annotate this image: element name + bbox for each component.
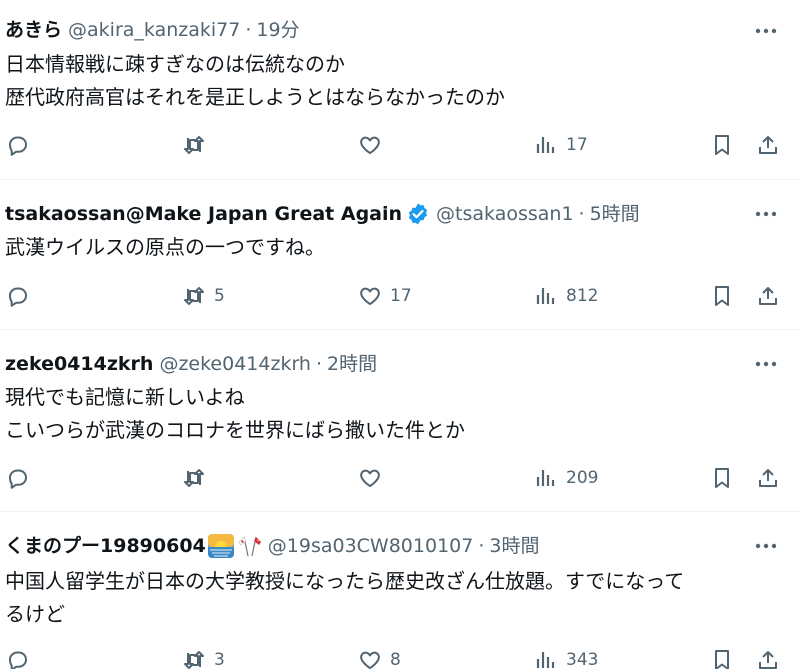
views-button[interactable]: 17 xyxy=(534,130,588,160)
views-button[interactable]: 812 xyxy=(534,281,598,311)
like-count: 17 xyxy=(390,286,412,306)
views-button[interactable]: 209 xyxy=(534,463,598,493)
heart-icon xyxy=(360,469,380,487)
display-name[interactable]: あきら xyxy=(5,18,62,42)
retweet-button[interactable] xyxy=(182,130,214,160)
separator-dot: · xyxy=(478,535,485,557)
bookmark-button[interactable] xyxy=(710,463,734,493)
reply-icon xyxy=(9,136,27,156)
share-icon xyxy=(759,651,777,669)
user-handle[interactable]: @19sa03CW8010107 xyxy=(268,534,474,558)
more-button[interactable] xyxy=(752,534,780,558)
views-icon xyxy=(536,288,555,304)
tweet[interactable]: zeke0414zkrh @zeke0414zkrh · 2時間 現代でも記憶に… xyxy=(0,330,800,512)
action-bar: 17 xyxy=(0,130,800,160)
share-button[interactable] xyxy=(756,645,780,669)
views-button[interactable]: 343 xyxy=(534,645,598,669)
timestamp[interactable]: 19分 xyxy=(256,18,299,42)
share-icon xyxy=(759,469,777,487)
display-name[interactable]: くまのプー19890604 xyxy=(5,534,206,558)
views-count: 343 xyxy=(566,650,599,669)
action-bar: 5 17 812 xyxy=(0,281,800,311)
action-bar: 3 8 343 xyxy=(0,645,800,669)
user-handle[interactable]: @zeke0414zkrh xyxy=(159,352,311,376)
like-button[interactable]: 17 xyxy=(358,281,412,311)
views-icon xyxy=(536,470,555,486)
action-bar: 209 xyxy=(0,463,800,493)
heart-icon xyxy=(360,287,380,305)
more-button[interactable] xyxy=(752,352,780,376)
tweet-text: 武漢ウイルスの原点の一つですね。 xyxy=(5,235,325,259)
tweet-header: tsakaossan@Make Japan Great Again @tsaka… xyxy=(5,202,640,226)
user-handle[interactable]: @akira_kanzaki77 xyxy=(68,18,240,42)
more-button[interactable] xyxy=(752,202,780,226)
share-icon xyxy=(759,287,777,305)
bookmark-button[interactable] xyxy=(710,645,734,669)
separator-dot: · xyxy=(245,19,252,41)
bookmark-icon xyxy=(715,650,729,669)
like-button[interactable] xyxy=(358,463,390,493)
share-button[interactable] xyxy=(756,463,780,493)
retweet-icon xyxy=(184,136,204,154)
retweet-icon xyxy=(184,287,204,305)
views-count: 17 xyxy=(566,135,588,155)
heart-icon xyxy=(360,136,380,154)
japan-china-flags-emoji xyxy=(238,536,261,557)
sunrise-over-sea-emoji xyxy=(207,534,234,558)
views-count: 812 xyxy=(566,286,599,306)
tweet-header: あきら @akira_kanzaki77 · 19分 xyxy=(5,18,300,42)
retweet-count: 3 xyxy=(214,650,225,669)
retweet-icon xyxy=(184,651,204,669)
tweet-header: くまのプー19890604 @19sa03CW8010107 · 3時間 xyxy=(5,534,539,558)
timestamp[interactable]: 5時間 xyxy=(590,202,640,226)
share-button[interactable] xyxy=(756,281,780,311)
views-icon xyxy=(536,137,555,153)
tweet-header: zeke0414zkrh @zeke0414zkrh · 2時間 xyxy=(5,352,377,376)
more-button[interactable] xyxy=(752,19,780,43)
bookmark-button[interactable] xyxy=(710,130,734,160)
tweet[interactable]: tsakaossan@Make Japan Great Again @tsaka… xyxy=(0,180,800,330)
reply-icon xyxy=(9,651,27,669)
tweet-text: 日本情報戦に疎すぎなのは伝統なのか 歴代政府高官はそれを是正しようとはならなかっ… xyxy=(5,52,505,109)
like-count: 8 xyxy=(390,650,401,669)
reply-button[interactable] xyxy=(6,463,38,493)
retweet-icon xyxy=(184,469,204,487)
more-icon xyxy=(755,361,777,367)
tweet[interactable]: くまのプー19890604 @19sa03CW8010107 · 3時間 中国人… xyxy=(0,512,800,669)
more-icon xyxy=(755,211,777,217)
heart-icon xyxy=(360,651,380,669)
like-button[interactable]: 8 xyxy=(358,645,401,669)
reply-button[interactable] xyxy=(6,281,38,311)
timestamp[interactable]: 2時間 xyxy=(327,352,377,376)
verified-badge-icon xyxy=(408,203,428,225)
tweet-text: 現代でも記憶に新しいよね こいつらが武漢のコロナを世界にばら撒いた件とか xyxy=(5,385,465,442)
retweet-count: 5 xyxy=(214,286,225,306)
more-icon xyxy=(755,28,777,34)
timestamp[interactable]: 3時間 xyxy=(489,534,539,558)
display-name[interactable]: tsakaossan@Make Japan Great Again xyxy=(5,202,402,226)
more-icon xyxy=(755,543,777,549)
share-button[interactable] xyxy=(756,130,780,160)
bookmark-button[interactable] xyxy=(710,281,734,311)
reply-button[interactable] xyxy=(6,130,38,160)
reply-icon xyxy=(9,287,27,307)
separator-dot: · xyxy=(578,203,585,225)
share-icon xyxy=(759,136,777,154)
tweet[interactable]: あきら @akira_kanzaki77 · 19分 日本情報戦に疎すぎなのは伝… xyxy=(0,0,800,180)
display-name[interactable]: zeke0414zkrh xyxy=(5,352,153,376)
bookmark-icon xyxy=(715,468,729,488)
reply-button[interactable] xyxy=(6,645,38,669)
retweet-button[interactable]: 5 xyxy=(182,281,225,311)
bookmark-icon xyxy=(715,135,729,155)
views-icon xyxy=(536,652,555,668)
views-count: 209 xyxy=(566,468,599,488)
bookmark-icon xyxy=(715,286,729,306)
reply-icon xyxy=(9,469,27,489)
tweet-text: 中国人留学生が日本の大学教授になったら歴史改ざん仕放題。すでになって るけど xyxy=(5,569,685,626)
separator-dot: · xyxy=(315,353,323,375)
user-handle[interactable]: @tsakaossan1 xyxy=(436,202,574,226)
retweet-button[interactable]: 3 xyxy=(182,645,225,669)
like-button[interactable] xyxy=(358,130,390,160)
retweet-button[interactable] xyxy=(182,463,214,493)
